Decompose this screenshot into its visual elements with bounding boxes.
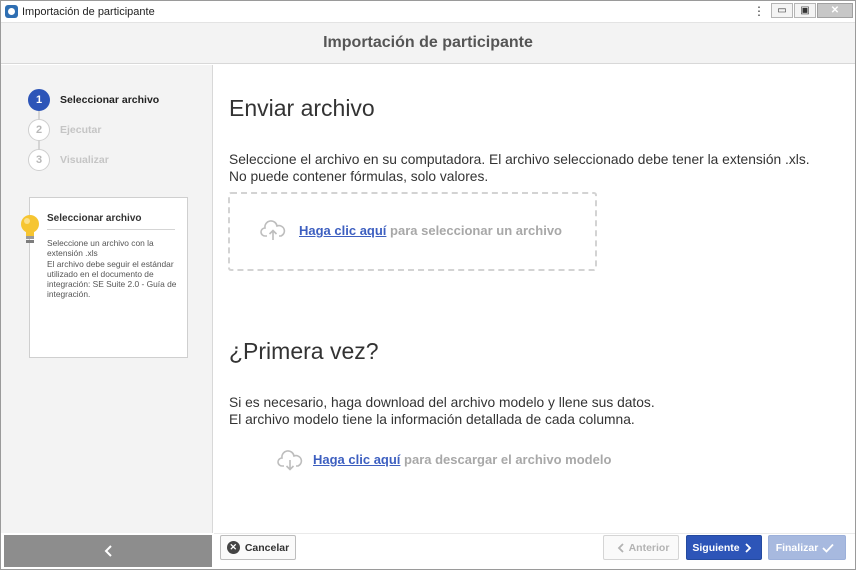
upload-instructions-line1: Seleccione el archivo en su computadora.… (229, 152, 810, 167)
select-file-row: Haga clic aquí para seleccionar un archi… (260, 220, 562, 242)
chevron-right-icon (744, 542, 751, 553)
collapse-sidebar-button[interactable] (4, 535, 212, 567)
wizard-step-execute: 2 Ejecutar (28, 119, 101, 141)
wizard-footer: ✕ Cancelar Anterior Siguiente Finalizar (214, 533, 855, 569)
download-template-link[interactable]: Haga clic aquí (313, 452, 400, 467)
tip-panel: Seleccionar archivo Seleccione un archiv… (21, 197, 188, 358)
finish-button[interactable]: Finalizar (768, 535, 846, 560)
wizard-step-select-file: 1 Seleccionar archivo (28, 89, 159, 111)
file-dropzone[interactable]: Haga clic aquí para seleccionar un archi… (228, 192, 597, 271)
dialog-window: Importación de participante ⋮ ▭ ▣ ✕ Impo… (0, 0, 856, 570)
finish-button-label: Finalizar (775, 541, 819, 554)
cloud-upload-icon (260, 220, 286, 240)
cancel-button-label: Cancelar (244, 541, 290, 554)
next-button[interactable]: Siguiente (686, 535, 762, 560)
template-instructions-line1: Si es necesario, haga download del archi… (229, 395, 655, 410)
step-number: 1 (28, 89, 50, 111)
tip-divider (47, 229, 175, 230)
upload-section-title: Enviar archivo (229, 95, 375, 121)
app-icon (5, 5, 18, 18)
step-label: Visualizar (60, 154, 109, 166)
maximize-button[interactable]: ▣ (794, 3, 816, 18)
step-number: 2 (28, 119, 50, 141)
template-instructions-line2: El archivo modelo tiene la información d… (229, 411, 635, 427)
step-label: Seleccionar archivo (60, 94, 160, 106)
select-file-text: para seleccionar un archivo (386, 223, 562, 238)
wizard-sidebar: 1 Seleccionar archivo 2 Ejecutar 3 Visua… (1, 65, 213, 533)
previous-button-label: Anterior (628, 541, 670, 554)
window-menu-icon[interactable]: ⋮ (753, 4, 765, 18)
cloud-download-icon (277, 450, 303, 471)
download-template-suffix: para descargar el archivo modelo (400, 452, 612, 467)
window-title: Importación de participante (22, 6, 155, 18)
title-bar: Importación de participante ⋮ ▭ ▣ ✕ (1, 1, 855, 23)
download-template-text: Haga clic aquí para descargar el archivo… (313, 450, 613, 469)
close-circle-icon: ✕ (226, 541, 240, 554)
previous-button[interactable]: Anterior (603, 535, 679, 560)
cancel-button[interactable]: ✕ Cancelar (220, 535, 296, 560)
select-file-link[interactable]: Haga clic aquí (299, 223, 386, 238)
window-controls: ▭ ▣ ✕ (770, 3, 853, 18)
dialog-header: Importación de participante (1, 23, 855, 64)
tip-title: Seleccionar archivo (47, 213, 142, 224)
chevron-left-icon (104, 545, 112, 557)
step-number: 3 (28, 149, 50, 171)
template-instructions: Si es necesario, haga download del archi… (229, 395, 655, 428)
upload-instructions: Seleccione el archivo en su computadora.… (229, 152, 810, 185)
wizard-step-view: 3 Visualizar (28, 149, 109, 171)
first-time-section-title: ¿Primera vez? (229, 338, 379, 364)
main-content: Enviar archivo Seleccione el archivo en … (214, 65, 855, 533)
tip-body: Seleccione un archivo con la extensión .… (47, 238, 177, 300)
chevron-left-icon (617, 542, 624, 553)
lightbulb-icon (21, 215, 39, 243)
checkmark-icon (822, 543, 834, 553)
upload-instructions-line2: No puede contener fórmulas, solo valores… (229, 168, 489, 184)
step-label: Ejecutar (60, 124, 102, 136)
close-window-button[interactable]: ✕ (817, 3, 853, 18)
minimize-button[interactable]: ▭ (771, 3, 793, 18)
dialog-title: Importación de participante (323, 34, 533, 51)
next-button-label: Siguiente (692, 541, 740, 554)
